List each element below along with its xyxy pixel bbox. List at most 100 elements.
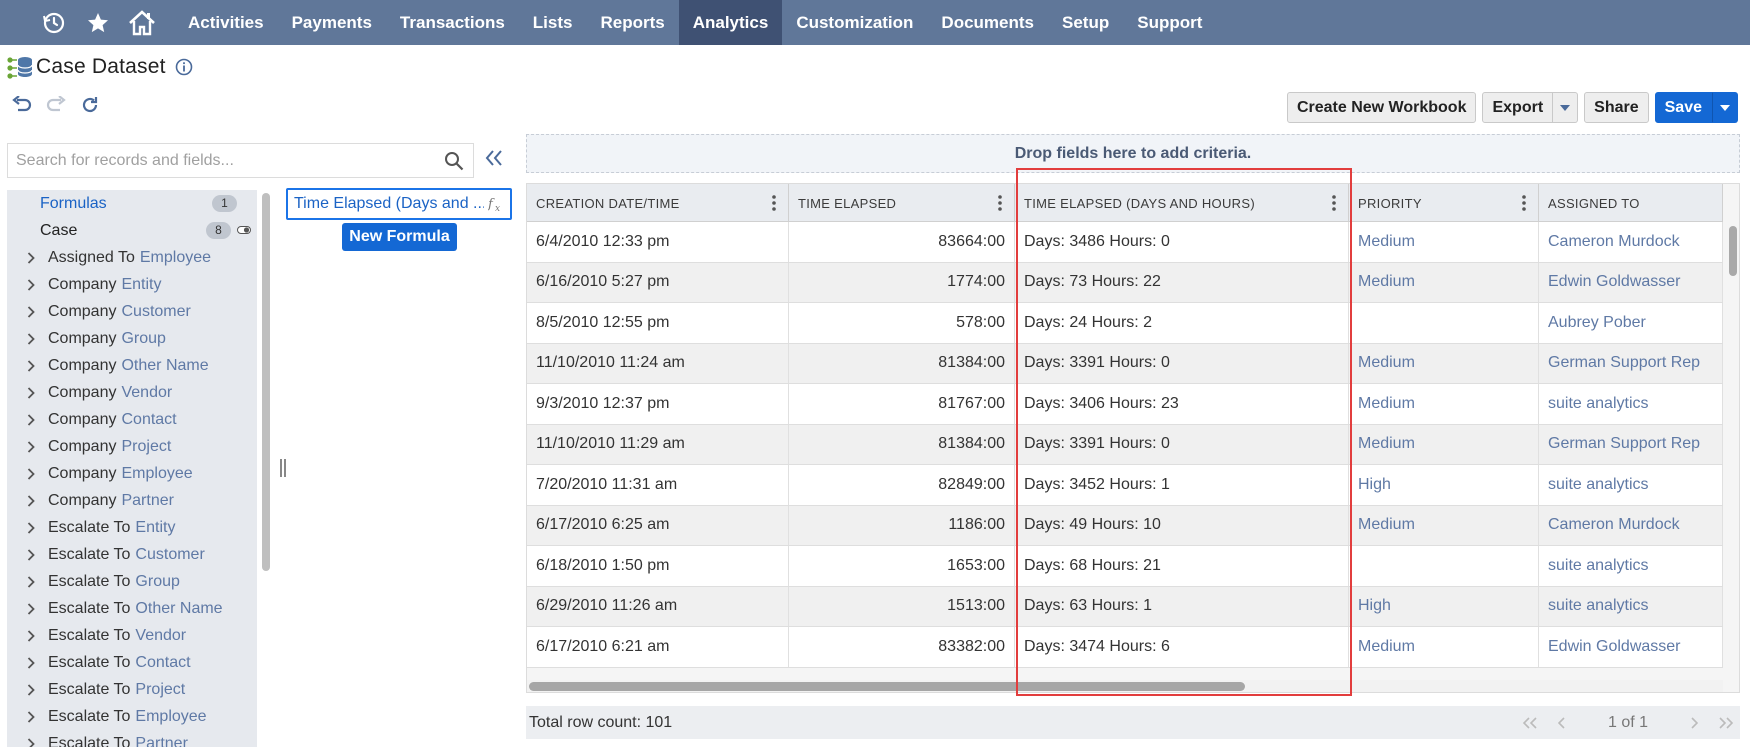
tree-item[interactable]: Company Other Name xyxy=(7,352,257,379)
chevron-right-icon[interactable] xyxy=(27,521,48,534)
cell-assigned-to[interactable]: Edwin Goldwasser xyxy=(1539,627,1723,667)
cell-assigned-to[interactable]: suite analytics xyxy=(1539,384,1723,424)
first-page-icon[interactable] xyxy=(1522,716,1538,729)
tree-item[interactable]: Escalate To Other Name xyxy=(7,595,257,622)
tree-item[interactable]: Company Project xyxy=(7,433,257,460)
save-dropdown-button[interactable] xyxy=(1712,92,1738,123)
chevron-right-icon[interactable] xyxy=(27,440,48,453)
fx-icon[interactable]: fx xyxy=(488,196,504,212)
tree-item[interactable]: Company Employee xyxy=(7,460,257,487)
chevron-right-icon[interactable] xyxy=(27,656,48,669)
cell-assigned-to[interactable]: Cameron Murdock xyxy=(1539,505,1723,545)
cell-assigned-to[interactable]: suite analytics xyxy=(1539,546,1723,586)
tree-item[interactable]: Escalate To Employee xyxy=(7,703,257,730)
tree-item[interactable]: Escalate To Project xyxy=(7,676,257,703)
nav-reports[interactable]: Reports xyxy=(586,0,678,45)
tree-item[interactable]: Escalate To Partner xyxy=(7,730,257,747)
cell-assigned-to[interactable]: Edwin Goldwasser xyxy=(1539,262,1723,302)
save-button[interactable]: Save xyxy=(1654,92,1712,123)
tree-item[interactable]: Assigned To Employee xyxy=(7,244,257,271)
cell-priority[interactable]: High xyxy=(1349,586,1539,626)
export-dropdown-button[interactable] xyxy=(1553,92,1579,123)
tree-item[interactable]: Company Contact xyxy=(7,406,257,433)
last-page-icon[interactable] xyxy=(1718,716,1734,729)
nav-activities[interactable]: Activities xyxy=(174,0,278,45)
chevron-right-icon[interactable] xyxy=(27,332,48,345)
chevron-right-icon[interactable] xyxy=(27,575,48,588)
chevron-right-icon[interactable] xyxy=(27,494,48,507)
chevron-right-icon[interactable] xyxy=(27,467,48,480)
new-formula-button[interactable]: New Formula xyxy=(342,223,457,251)
formula-field[interactable]: Time Elapsed (Days and ... fx xyxy=(286,188,512,220)
cell-assigned-to[interactable]: suite analytics xyxy=(1539,465,1723,505)
nav-documents[interactable]: Documents xyxy=(927,0,1048,45)
cell-assigned-to[interactable]: suite analytics xyxy=(1539,586,1723,626)
tree-item[interactable]: Company Vendor xyxy=(7,379,257,406)
column-header[interactable]: ASSIGNED TO xyxy=(1539,184,1723,222)
chevron-right-icon[interactable] xyxy=(27,683,48,696)
cell-priority[interactable]: Medium xyxy=(1349,343,1539,383)
search-icon[interactable] xyxy=(444,151,464,171)
column-header[interactable]: CREATION DATE/TIME xyxy=(527,184,789,222)
column-header[interactable]: TIME ELAPSED xyxy=(789,184,1015,222)
search-input[interactable] xyxy=(8,151,444,170)
tree-item[interactable]: Escalate To Group xyxy=(7,568,257,595)
tree-item[interactable]: Company Group xyxy=(7,325,257,352)
tree-item[interactable]: Company Partner xyxy=(7,487,257,514)
cell-assigned-to[interactable]: German Support Rep xyxy=(1539,343,1723,383)
cell-priority[interactable]: High xyxy=(1349,465,1539,505)
chevron-right-icon[interactable] xyxy=(27,305,48,318)
scroll-thumb[interactable] xyxy=(1729,226,1737,276)
cell-priority[interactable]: Medium xyxy=(1349,424,1539,464)
recent-history-icon[interactable] xyxy=(32,0,76,45)
share-button[interactable]: Share xyxy=(1584,92,1649,123)
nav-payments[interactable]: Payments xyxy=(278,0,386,45)
cell-priority[interactable]: Medium xyxy=(1349,262,1539,302)
tree-item[interactable]: Escalate To Entity xyxy=(7,514,257,541)
chevron-right-icon[interactable] xyxy=(27,629,48,642)
home-icon[interactable] xyxy=(120,0,164,45)
nav-setup[interactable]: Setup xyxy=(1048,0,1123,45)
nav-support[interactable]: Support xyxy=(1123,0,1216,45)
cell-assigned-to[interactable]: German Support Rep xyxy=(1539,424,1723,464)
tree-item[interactable]: Company Entity xyxy=(7,271,257,298)
cell-priority[interactable]: Medium xyxy=(1349,384,1539,424)
prev-page-icon[interactable] xyxy=(1557,716,1566,729)
chevron-right-icon[interactable] xyxy=(27,413,48,426)
tree-formulas[interactable]: Formulas 1 xyxy=(7,190,257,217)
chevron-right-icon[interactable] xyxy=(27,602,48,615)
nav-analytics[interactable]: Analytics xyxy=(678,0,783,45)
panel-resize-handle[interactable] xyxy=(280,459,286,477)
create-new-workbook-button[interactable]: Create New Workbook xyxy=(1286,92,1477,123)
favorites-star-icon[interactable] xyxy=(76,0,120,45)
export-button[interactable]: Export xyxy=(1482,92,1554,123)
info-icon[interactable] xyxy=(175,58,193,76)
nav-transactions[interactable]: Transactions xyxy=(386,0,519,45)
tree-item[interactable]: Escalate To Contact xyxy=(7,649,257,676)
next-page-icon[interactable] xyxy=(1690,716,1698,729)
nav-lists[interactable]: Lists xyxy=(519,0,587,45)
chevron-right-icon[interactable] xyxy=(27,710,48,723)
undo-icon[interactable] xyxy=(12,96,32,114)
redo-icon[interactable] xyxy=(46,96,66,114)
cell-assigned-to[interactable]: Cameron Murdock xyxy=(1539,222,1723,262)
chevron-right-icon[interactable] xyxy=(27,251,48,264)
tree-item[interactable]: Escalate To Customer xyxy=(7,541,257,568)
cell-priority[interactable]: Medium xyxy=(1349,505,1539,545)
cell-priority[interactable]: Medium xyxy=(1349,222,1539,262)
chevron-right-icon[interactable] xyxy=(27,737,48,747)
tree-item[interactable]: Company Customer xyxy=(7,298,257,325)
column-menu-icon[interactable] xyxy=(998,195,1002,211)
tree-scrollbar[interactable] xyxy=(262,193,270,571)
cell-priority[interactable]: Medium xyxy=(1349,627,1539,667)
column-header[interactable]: PRIORITY xyxy=(1349,184,1539,222)
refresh-icon[interactable] xyxy=(80,95,100,115)
tree-item[interactable]: Escalate To Vendor xyxy=(7,622,257,649)
grid-vertical-scrollbar[interactable] xyxy=(1726,222,1739,692)
collapse-panel-icon[interactable] xyxy=(485,150,503,166)
chevron-right-icon[interactable] xyxy=(27,386,48,399)
nav-customization[interactable]: Customization xyxy=(782,0,927,45)
tree-case[interactable]: Case 8 xyxy=(7,217,257,244)
toggle-icon[interactable] xyxy=(237,226,251,234)
column-menu-icon[interactable] xyxy=(772,195,776,211)
